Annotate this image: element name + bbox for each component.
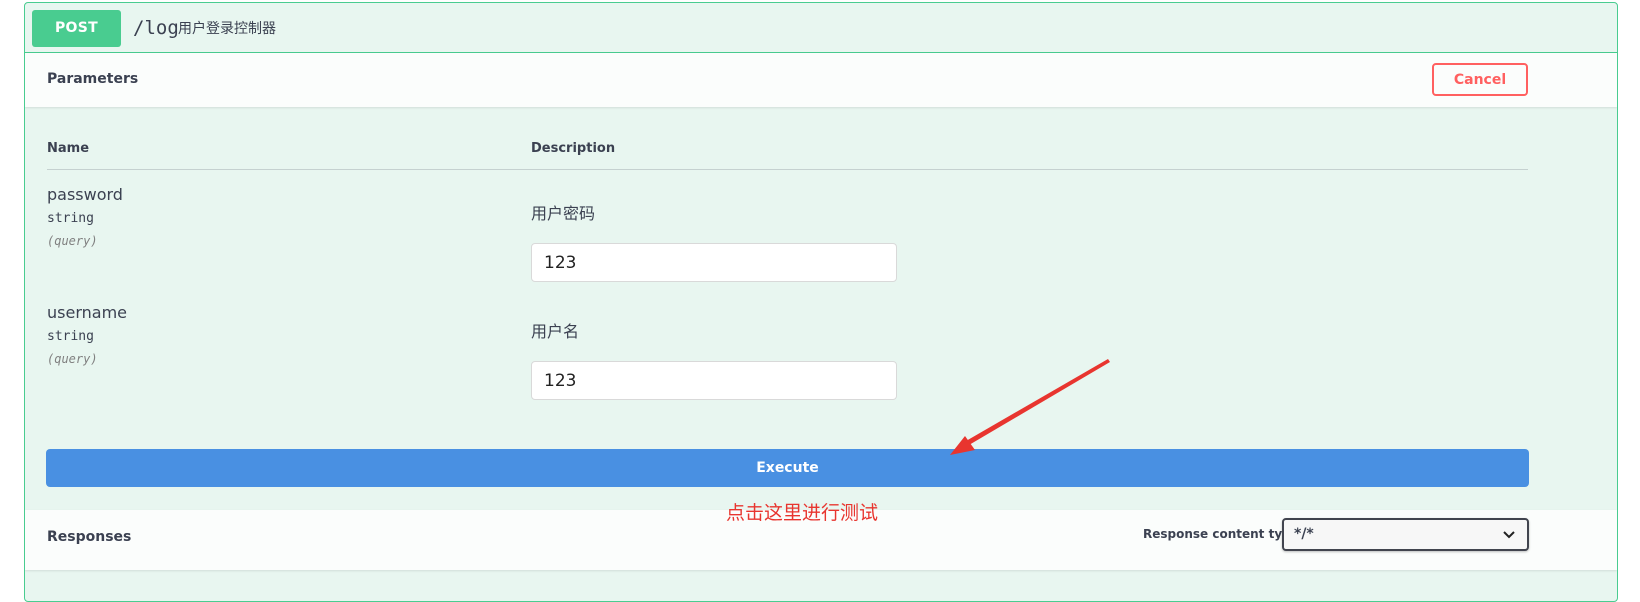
execute-button[interactable]: Execute bbox=[46, 449, 1529, 487]
response-content-type-value: */* bbox=[1294, 526, 1314, 542]
responses-title: Responses bbox=[47, 529, 132, 545]
column-header-description: Description bbox=[531, 141, 616, 156]
param-name-password: password bbox=[47, 185, 123, 204]
param-description-username: 用户名 bbox=[531, 322, 580, 341]
http-method-badge: POST bbox=[32, 10, 121, 47]
param-in-password: (query) bbox=[47, 234, 98, 248]
response-content-type-select[interactable]: */* bbox=[1282, 518, 1529, 551]
cancel-button[interactable]: Cancel bbox=[1432, 63, 1528, 96]
annotation-text: 点击这里进行测试 bbox=[726, 502, 879, 524]
parameters-title: Parameters bbox=[47, 71, 139, 87]
param-description-password: 用户密码 bbox=[531, 204, 596, 223]
param-name-username: username bbox=[47, 303, 127, 322]
param-type-username: string bbox=[47, 329, 94, 344]
response-content-type-label: Response content type bbox=[1143, 527, 1299, 541]
password-input[interactable] bbox=[531, 243, 897, 282]
operation-block-post-log: POST /log 用户登录控制器 Parameters Cancel Name… bbox=[24, 2, 1618, 602]
operation-summary[interactable]: POST /log 用户登录控制器 bbox=[25, 3, 1617, 53]
column-header-name: Name bbox=[47, 141, 90, 156]
table-header-divider bbox=[47, 169, 1528, 170]
chevron-down-icon bbox=[1503, 531, 1515, 539]
operation-summary-text: 用户登录控制器 bbox=[178, 21, 276, 37]
param-type-password: string bbox=[47, 211, 94, 226]
username-input[interactable] bbox=[531, 361, 897, 400]
parameters-header: Parameters Cancel bbox=[25, 53, 1617, 107]
param-in-username: (query) bbox=[47, 352, 98, 366]
operation-path: /log bbox=[133, 17, 179, 39]
